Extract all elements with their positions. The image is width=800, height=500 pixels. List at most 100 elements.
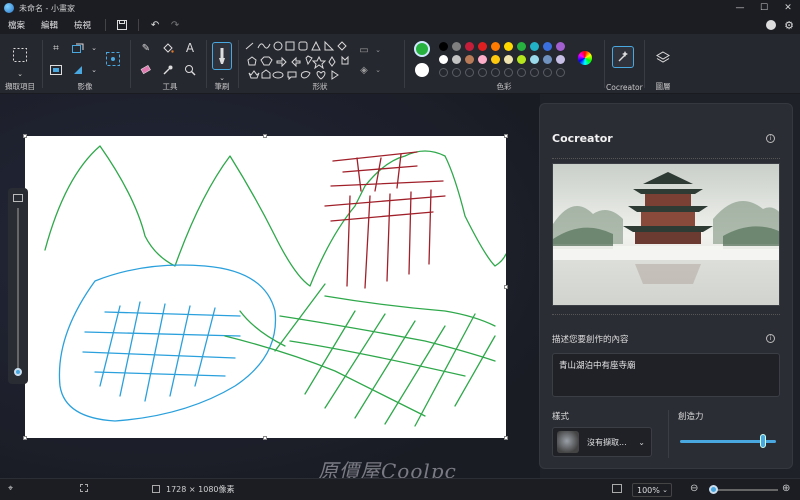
custom-color-slot[interactable] — [543, 68, 552, 77]
resize-handle-bottom[interactable] — [263, 436, 267, 440]
resize-handle-right[interactable] — [504, 285, 508, 289]
color-swatch[interactable] — [478, 42, 487, 51]
cocreator-icon[interactable] — [612, 46, 634, 68]
edit-colors-icon[interactable] — [578, 51, 592, 65]
custom-color-slot[interactable] — [452, 68, 461, 77]
fit-to-window-icon[interactable] — [612, 484, 622, 493]
custom-color-slot[interactable] — [504, 68, 513, 77]
color-swatch[interactable] — [452, 42, 461, 51]
zoom-in-icon[interactable]: ⊕ — [782, 483, 790, 494]
color-swatch[interactable] — [517, 42, 526, 51]
account-icon[interactable] — [766, 20, 777, 30]
drawing-canvas[interactable] — [25, 136, 507, 438]
custom-color-slot[interactable] — [556, 68, 565, 77]
save-icon[interactable] — [112, 17, 132, 33]
info-icon[interactable]: i — [766, 134, 775, 143]
image-select-icon[interactable] — [104, 50, 122, 68]
shapes-gallery[interactable] — [244, 40, 354, 80]
resize-dropdown-icon[interactable]: ⌄ — [86, 40, 102, 56]
group-cocreator: Cocreator — [606, 34, 643, 94]
prompt-input[interactable]: 青山湖泊中有座寺廟 — [552, 353, 780, 397]
creativity-slider-knob[interactable] — [759, 434, 766, 448]
custom-color-slot[interactable] — [478, 68, 487, 77]
shape-fill-dropdown-icon[interactable]: ⌄ — [370, 62, 386, 78]
color-swatch[interactable] — [543, 55, 552, 64]
menu-bar: 檔案 編輯 檢視 ↶ ↷ ⚙ — [0, 16, 800, 34]
secondary-color-swatch[interactable] — [415, 63, 429, 77]
resize-icon[interactable] — [70, 40, 86, 56]
brush-icon[interactable] — [212, 42, 232, 70]
color-swatch[interactable] — [504, 42, 513, 51]
maximize-button[interactable]: ☐ — [752, 0, 776, 16]
custom-color-slot[interactable] — [530, 68, 539, 77]
color-picker-icon[interactable] — [160, 62, 176, 78]
color-swatch[interactable] — [530, 55, 539, 64]
rotate-icon[interactable] — [48, 62, 64, 78]
shape-outline-dropdown-icon[interactable]: ⌄ — [370, 42, 386, 58]
resize-handle-top-right[interactable] — [504, 134, 508, 138]
info-icon[interactable]: i — [766, 334, 775, 343]
redo-icon[interactable]: ↷ — [165, 17, 185, 33]
zoom-level-select[interactable]: 100% ⌄ — [632, 483, 672, 497]
group-image: ⌗ ⌄ ⌄ 影像 — [44, 34, 126, 94]
layers-icon[interactable] — [655, 50, 671, 66]
style-select[interactable]: 沒有擷取... ⌄ — [552, 427, 652, 457]
menu-view[interactable]: 檢視 — [66, 19, 99, 31]
status-bar: ⌖ 1728 × 1080像素 100% ⌄ ⊖ ⊕ — [0, 478, 800, 500]
resize-handle-bottom-right[interactable] — [504, 436, 508, 440]
prompt-label: 描述您要創作的內容 — [552, 335, 629, 345]
custom-color-slot[interactable] — [439, 68, 448, 77]
zoom-slider-knob[interactable] — [709, 485, 718, 494]
canvas-size-text: 1728 × 1080像素 — [166, 485, 235, 494]
color-swatch[interactable] — [465, 55, 474, 64]
selection-dropdown-icon[interactable]: ⌄ — [12, 66, 28, 82]
menu-file[interactable]: 檔案 — [0, 19, 33, 31]
color-swatch[interactable] — [465, 42, 474, 51]
settings-gear-icon[interactable]: ⚙ — [784, 19, 794, 32]
custom-color-slot[interactable] — [491, 68, 500, 77]
ribbon-separator — [238, 40, 239, 88]
selection-icon[interactable] — [11, 46, 29, 64]
pencil-icon[interactable]: ✎ — [138, 40, 154, 56]
flip-dropdown-icon[interactable]: ⌄ — [86, 62, 102, 78]
color-swatch[interactable] — [452, 55, 461, 64]
brush-size-knob[interactable] — [14, 368, 22, 376]
color-swatch[interactable] — [530, 42, 539, 51]
undo-icon[interactable]: ↶ — [145, 17, 165, 33]
color-swatch[interactable] — [556, 55, 565, 64]
color-swatch[interactable] — [556, 42, 565, 51]
primary-color-swatch[interactable] — [414, 41, 430, 57]
color-swatch[interactable] — [491, 55, 500, 64]
color-swatch[interactable] — [491, 42, 500, 51]
canvas-drawing — [44, 145, 507, 427]
color-swatch[interactable] — [504, 55, 513, 64]
zoom-out-icon[interactable]: ⊖ — [690, 483, 698, 494]
resize-handle-top-left[interactable] — [23, 134, 27, 138]
fill-bucket-icon[interactable] — [160, 40, 176, 56]
custom-color-slot[interactable] — [465, 68, 474, 77]
creativity-label: 創造力 — [678, 412, 704, 422]
color-swatch[interactable] — [543, 42, 552, 51]
flip-icon[interactable] — [70, 62, 86, 78]
resize-handle-bottom-left[interactable] — [23, 436, 27, 440]
generated-image-preview[interactable] — [552, 163, 780, 306]
zoom-slider-track[interactable] — [712, 489, 778, 491]
custom-color-slot[interactable] — [517, 68, 526, 77]
brush-size-track[interactable] — [17, 208, 19, 368]
eraser-icon[interactable] — [138, 62, 154, 78]
color-swatch[interactable] — [478, 55, 487, 64]
menu-edit[interactable]: 編輯 — [33, 19, 66, 31]
text-icon[interactable]: A — [182, 40, 198, 56]
color-swatch[interactable] — [439, 42, 448, 51]
close-button[interactable]: ✕ — [776, 0, 800, 16]
color-swatch[interactable] — [439, 55, 448, 64]
panel-divider — [552, 314, 780, 315]
group-label-image: 影像 — [77, 82, 93, 91]
resize-handle-top[interactable] — [263, 134, 267, 138]
color-swatch[interactable] — [517, 55, 526, 64]
ribbon-separator — [206, 40, 207, 88]
magnifier-icon[interactable] — [182, 62, 198, 78]
brush-size-slider[interactable] — [8, 188, 28, 384]
crop-icon[interactable]: ⌗ — [48, 40, 64, 56]
minimize-button[interactable]: — — [728, 0, 752, 16]
